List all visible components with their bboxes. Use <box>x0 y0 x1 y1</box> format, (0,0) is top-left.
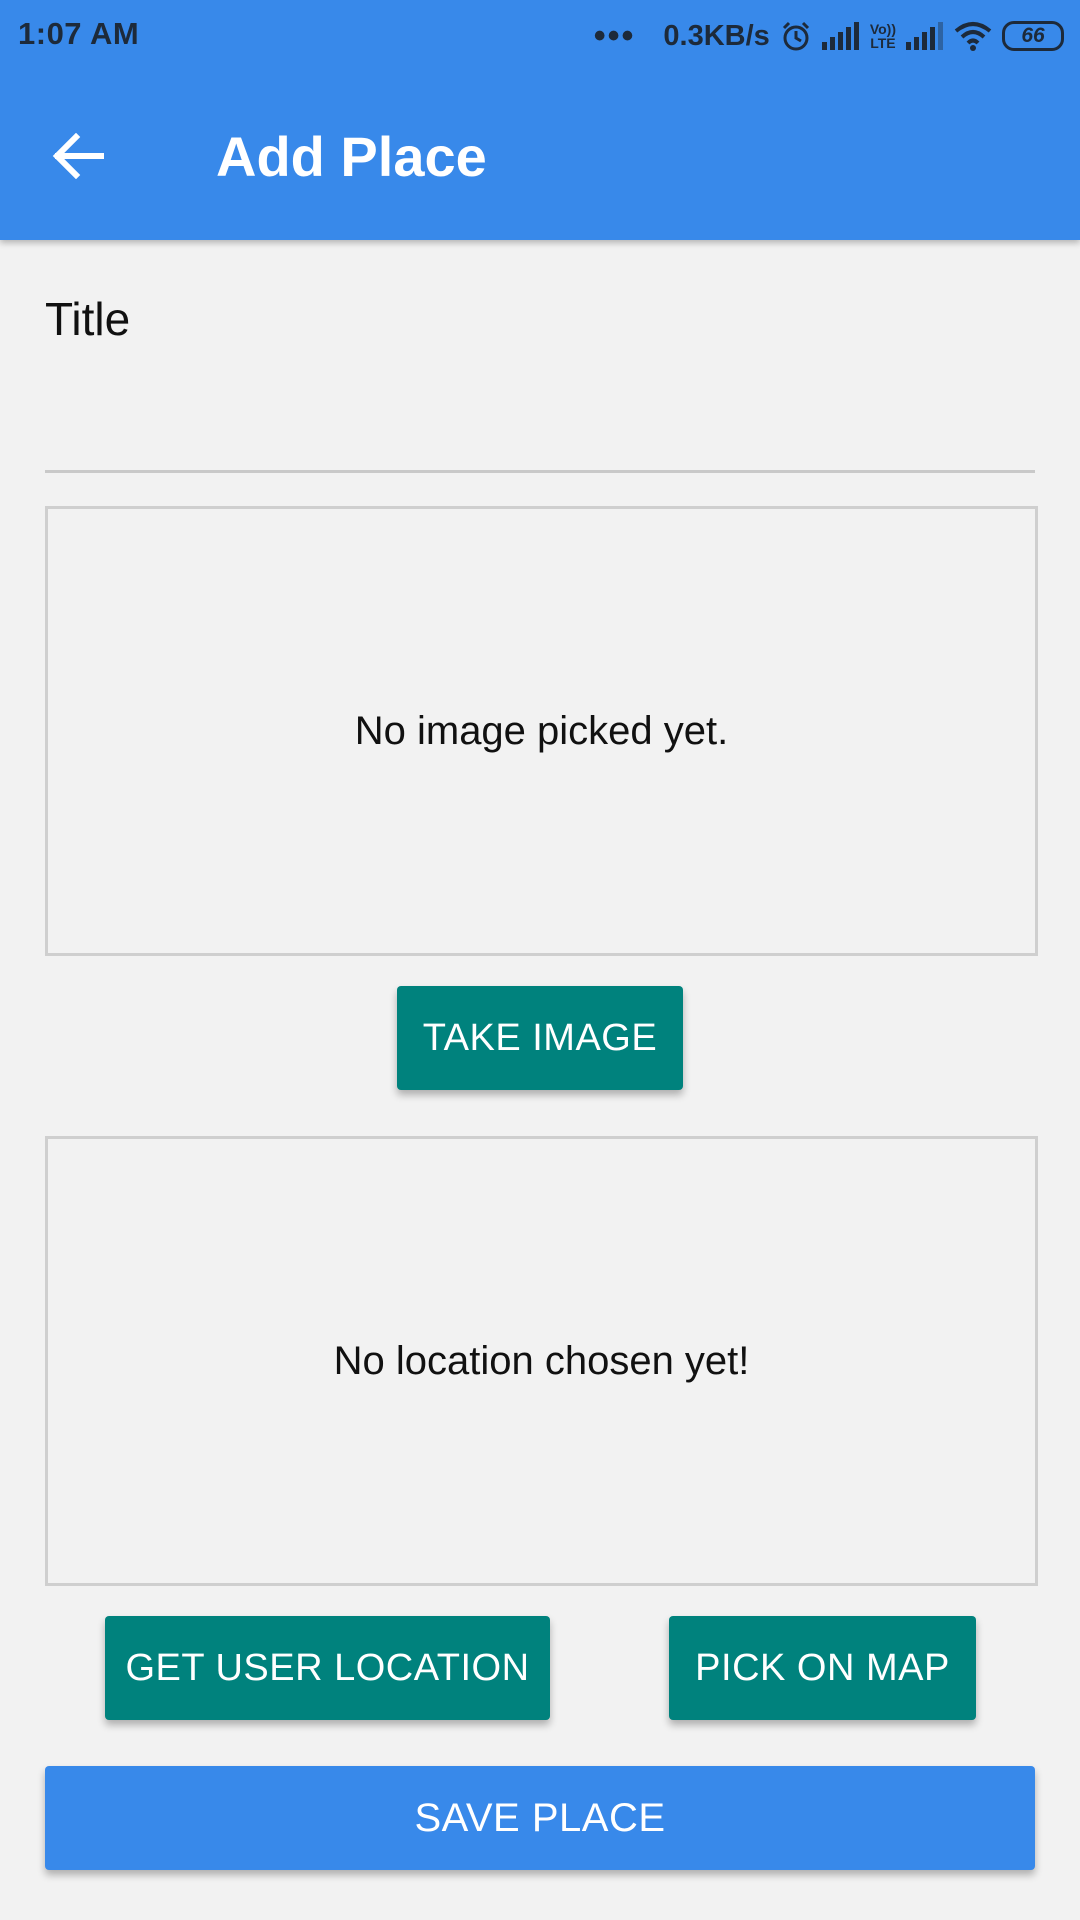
save-place-button[interactable]: SAVE PLACE <box>45 1766 1035 1870</box>
app-bar: 1:07 AM ••• 0.3KB/s Vo)) LTE 66 Add Plac… <box>0 0 1080 240</box>
image-preview: No image picked yet. <box>45 506 1038 956</box>
title-label: Title <box>45 293 131 345</box>
network-speed: 0.3KB/s <box>663 19 770 52</box>
get-user-location-button[interactable]: GET USER LOCATION <box>105 1616 550 1720</box>
signal-icon <box>821 22 859 50</box>
more-dots-icon: ••• <box>593 17 636 55</box>
wifi-icon <box>954 22 992 51</box>
lte-icon: Vo)) LTE <box>870 22 896 50</box>
location-preview: No location chosen yet! <box>45 1136 1038 1586</box>
status-time: 1:07 AM <box>18 16 140 51</box>
signal-icon <box>906 22 943 50</box>
location-placeholder-text: No location chosen yet! <box>333 1338 750 1383</box>
image-placeholder-text: No image picked yet. <box>354 708 729 753</box>
status-icons: ••• 0.3KB/s Vo)) LTE 66 <box>594 16 1064 56</box>
battery-level: 66 <box>1021 24 1045 47</box>
page-title: Add Place <box>216 125 487 188</box>
pick-on-map-button[interactable]: PICK ON MAP <box>669 1616 976 1720</box>
battery-icon: 66 <box>1002 21 1064 51</box>
take-image-button[interactable]: TAKE IMAGE <box>397 986 683 1090</box>
lte-bottom: LTE <box>870 35 896 51</box>
status-bar: 1:07 AM ••• 0.3KB/s Vo)) LTE 66 <box>0 0 1080 74</box>
arrow-back-icon <box>52 133 104 179</box>
title-input[interactable] <box>45 400 1035 473</box>
alarm-icon <box>782 21 809 51</box>
back-button[interactable] <box>40 126 116 186</box>
